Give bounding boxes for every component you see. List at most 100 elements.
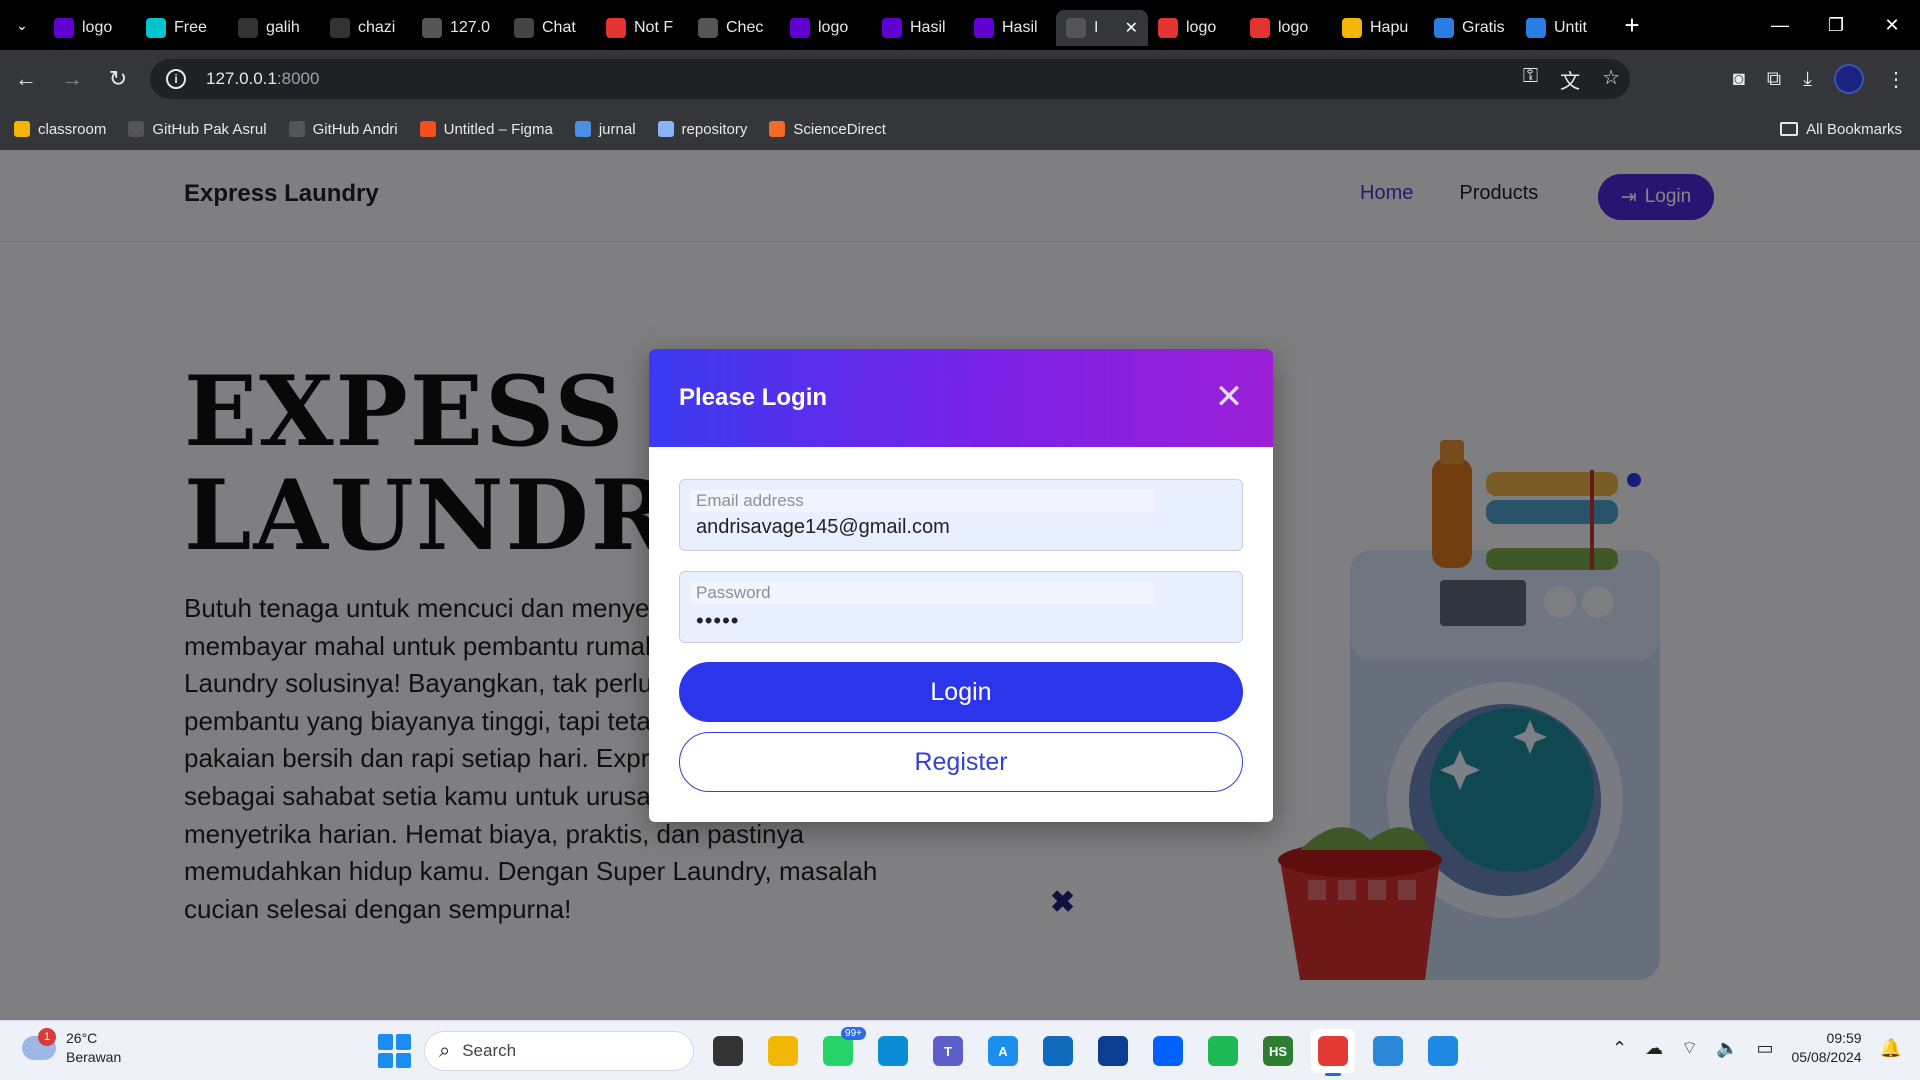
taskbar-app-spotify[interactable] [1201, 1029, 1245, 1073]
new-tab-button[interactable]: + [1614, 7, 1650, 43]
taskbar-app-app-store-a[interactable]: A [981, 1029, 1025, 1073]
screenshot-icon[interactable]: ◙ [1733, 68, 1745, 91]
tab-title: Free [174, 19, 207, 36]
register-button[interactable]: Register [679, 732, 1243, 792]
taskbar-app-whatsapp[interactable]: 99+ [816, 1027, 866, 1073]
bookmark-label: GitHub Andri [312, 120, 398, 138]
taskbar-app-file-explorer[interactable] [761, 1029, 805, 1073]
browser-toolbar: ← → ↻ i 127.0.0.1:8000 ⚿ 文 ☆ ◙ ⧉ ⤓ ⋮ [0, 50, 1920, 108]
weather-temp: 26°C [66, 1030, 98, 1046]
tab-close-icon[interactable]: ✕ [1125, 18, 1138, 38]
browser-tab[interactable]: Hapu [1332, 10, 1424, 46]
bookmark-label: classroom [38, 120, 107, 138]
browser-tab[interactable]: 127.0 [412, 10, 504, 46]
password-field[interactable]: Password ••••• [679, 571, 1243, 643]
browser-tab[interactable]: Chat [504, 10, 596, 46]
wifi-icon[interactable]: ⌔ [1681, 1037, 1698, 1060]
address-bar[interactable]: i 127.0.0.1:8000 ⚿ 文 ☆ [150, 59, 1630, 99]
close-icon[interactable]: ✕ [1211, 379, 1247, 415]
taskbar-app-task-view[interactable] [706, 1029, 750, 1073]
password-key-icon[interactable]: ⚿ [1523, 65, 1538, 94]
browser-tab[interactable]: Hasil [872, 10, 964, 46]
tab-title: Untit [1554, 19, 1587, 36]
browser-tab[interactable]: logo [1148, 10, 1240, 46]
back-button[interactable]: ← [6, 59, 46, 99]
photos-icon [1373, 1036, 1403, 1066]
taskbar-app-photos[interactable] [1366, 1029, 1410, 1073]
extensions-icon[interactable]: ⧉ [1767, 68, 1781, 91]
browser-tab[interactable]: Chec [688, 10, 780, 46]
all-bookmarks-button[interactable]: All Bookmarks [1780, 121, 1902, 138]
restore-button[interactable]: ❐ [1808, 0, 1864, 50]
start-button[interactable] [378, 1034, 412, 1068]
canva-icon [1434, 18, 1454, 38]
modal-title: Please Login [679, 384, 828, 411]
canva-icon [146, 18, 166, 38]
folder-icon [1780, 122, 1799, 136]
browser-tab[interactable]: logo [1240, 10, 1332, 46]
taskbar-app-microsoft-store[interactable] [1036, 1029, 1080, 1073]
chevron-up-icon[interactable]: ⌃ [1612, 1038, 1627, 1059]
bookmark-star-icon[interactable]: ☆ [1602, 65, 1620, 94]
browser-tab[interactable]: Untit [1516, 10, 1608, 46]
taskbar-app-reader-app[interactable] [1091, 1029, 1135, 1073]
weather-badge: 1 [38, 1028, 56, 1046]
download-icon[interactable]: ⤓ [1803, 68, 1812, 91]
browser-menu-icon[interactable]: ⋮ [1886, 67, 1906, 92]
teams-icon: T [933, 1036, 963, 1066]
browser-tab[interactable]: Not F [596, 10, 688, 46]
globe-icon [422, 18, 442, 38]
browser-tab[interactable]: logo [44, 10, 136, 46]
browser-tab[interactable]: Gratis [1424, 10, 1516, 46]
browser-tab[interactable]: Hasil [964, 10, 1056, 46]
browser-tab[interactable]: Free [136, 10, 228, 46]
taskbar-app-chrome[interactable] [1311, 1029, 1355, 1076]
whatsapp-icon [823, 1036, 853, 1066]
browser-tab[interactable]: logo [780, 10, 872, 46]
reload-button[interactable]: ↻ [98, 59, 138, 99]
clock-time: 09:59 [1826, 1030, 1862, 1046]
tab-title: logo [818, 19, 849, 36]
taskbar-app-vscode[interactable] [1421, 1029, 1465, 1073]
browser-tab[interactable]: I ✕ [1056, 10, 1148, 46]
taskbar-app-teams[interactable]: T [926, 1029, 970, 1073]
volume-icon[interactable]: 🔈 [1716, 1038, 1738, 1059]
taskbar-apps: ⌕ Search 99+ T A HS [378, 1027, 1465, 1076]
taskbar-app-hs-app[interactable]: HS [1256, 1029, 1300, 1073]
modal-header: Please Login ✕ [649, 349, 1273, 447]
login-submit-button[interactable]: Login [679, 662, 1243, 722]
weather-widget[interactable]: 1 26°C Berawan [22, 1028, 121, 1067]
onedrive-icon[interactable]: ☁ [1645, 1038, 1663, 1059]
battery-icon[interactable]: ▭ [1756, 1038, 1773, 1059]
tab-strip: logo Free galih chazi 127.0 Chat Not F Chec logo… [44, 0, 1608, 50]
clock[interactable]: 09:59 05/08/2024 [1792, 1029, 1862, 1067]
bookmark-item[interactable]: GitHub Andri [288, 120, 398, 138]
jurnal-icon [574, 121, 591, 137]
minimize-button[interactable]: — [1752, 0, 1808, 50]
elsevier-icon [769, 121, 786, 137]
yahoo-icon [790, 18, 810, 38]
profile-avatar[interactable] [1834, 64, 1864, 94]
microsoft-store-icon [1043, 1036, 1073, 1066]
forward-button[interactable]: → [52, 59, 92, 99]
email-field[interactable]: Email address andrisavage145@gmail.com [679, 479, 1243, 551]
site-info-icon[interactable]: i [166, 69, 186, 89]
notification-bell-icon[interactable]: 🔔 [1880, 1038, 1902, 1059]
bookmark-item[interactable]: GitHub Pak Asrul [128, 121, 267, 138]
browser-tab[interactable]: galih [228, 10, 320, 46]
tab-search-button[interactable]: ⌄ [0, 0, 44, 50]
taskbar-app-dropbox[interactable] [1146, 1029, 1190, 1073]
bookmark-item[interactable]: classroom [14, 121, 106, 138]
bookmark-item[interactable]: ScienceDirect [769, 121, 886, 138]
translate-icon[interactable]: 文 [1560, 65, 1580, 94]
bookmark-item[interactable]: jurnal [574, 121, 636, 138]
github-icon [288, 121, 305, 137]
tab-title: Hasil [1002, 19, 1038, 36]
close-window-button[interactable]: ✕ [1864, 0, 1920, 50]
browser-tab[interactable]: chazi [320, 10, 412, 46]
bookmark-item[interactable]: Untitled – Figma [419, 121, 553, 138]
taskbar-app-edge[interactable] [871, 1029, 915, 1073]
bookmark-item[interactable]: repository [657, 121, 747, 138]
taskbar-search[interactable]: ⌕ Search [424, 1031, 694, 1071]
yahoo-icon [54, 18, 74, 38]
